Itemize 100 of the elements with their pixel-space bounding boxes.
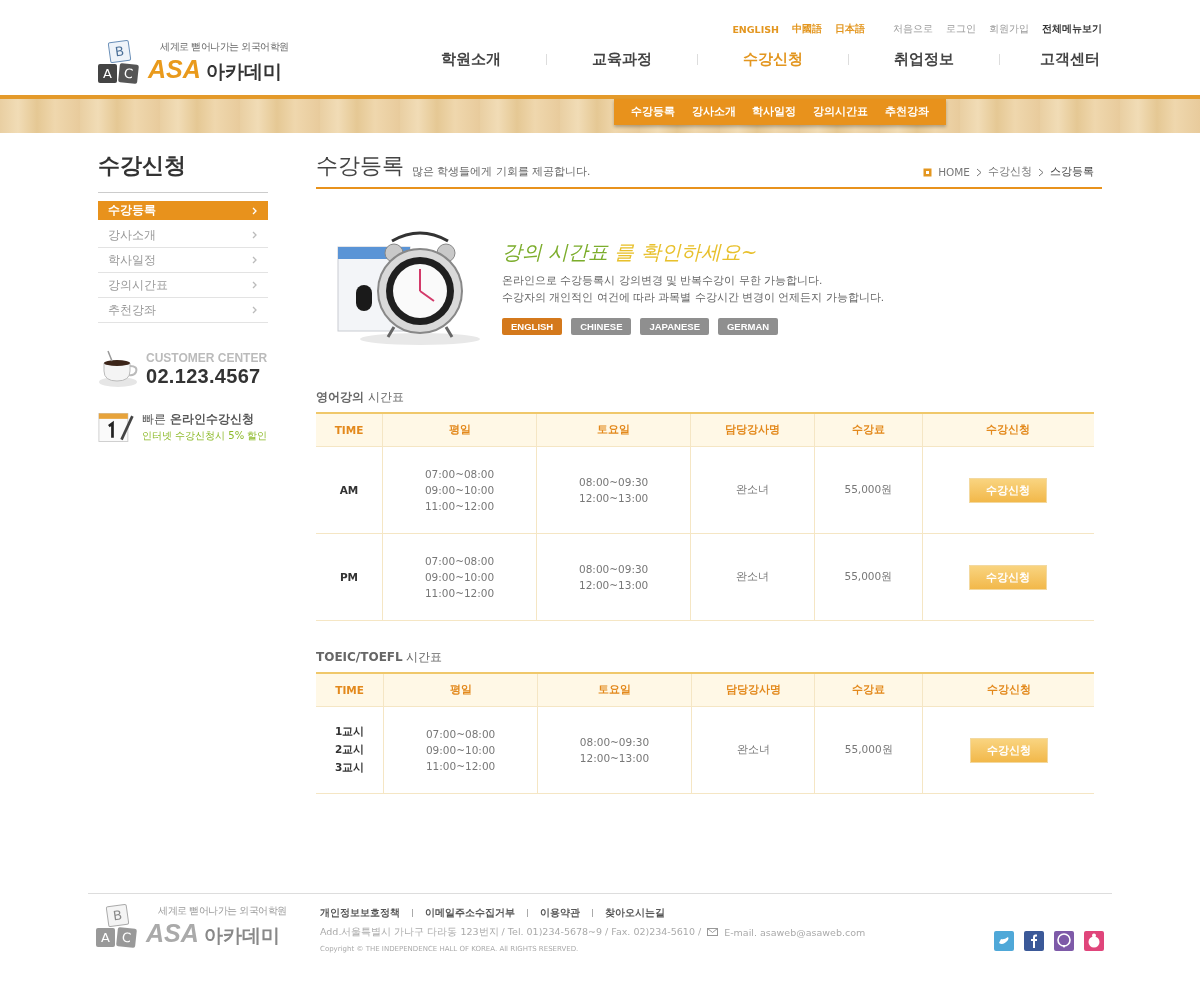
sidebar-item[interactable]: 수강등록 (98, 201, 268, 220)
logo-block: A (96, 928, 115, 947)
table-cell: 55,000원 (844, 483, 893, 495)
column-header: TIME (316, 673, 384, 707)
page-subtitle: 많은 학생들에게 기회를 제공합니다. (412, 165, 591, 179)
logo-brand: ASA (148, 55, 201, 84)
logo-block: B (105, 903, 130, 928)
nav-item[interactable]: 교육과정 (567, 50, 677, 69)
chevron-icon (252, 281, 258, 289)
online-signup-title: 빠른 온라인수강신청 (142, 411, 255, 427)
sidebar-item[interactable]: 강의시간표 (98, 273, 268, 298)
table-cell: 07:00~08:00 09:00~10:00 11:00~12:00 (425, 728, 496, 772)
facebook-icon[interactable] (1024, 931, 1044, 951)
chevron-icon (1038, 167, 1044, 177)
utility-link[interactable]: 전체메뉴보기 (1042, 23, 1102, 36)
language-button[interactable]: GERMAN (718, 318, 779, 335)
column-header: 수강료 (814, 413, 923, 447)
apply-button[interactable]: 수강신청 (969, 737, 1048, 763)
utility-link[interactable]: 회원가입 (989, 23, 1029, 36)
table-cell: 1교시 2교시 3교시 (334, 725, 365, 775)
sidebar-item[interactable]: 강사소개 (98, 223, 268, 248)
email-text: E-mail. asaweb@asaweb.com (724, 926, 866, 938)
logo-block: C (118, 63, 139, 84)
column-header: 토요일 (536, 413, 691, 447)
breadcrumb-link[interactable]: 수강신청 (988, 165, 1032, 179)
subnav-item[interactable]: 수강등록 (630, 105, 675, 119)
table-cell: AM (339, 484, 359, 496)
home-icon (923, 167, 933, 177)
column-header: TIME (316, 413, 383, 447)
sidebar-item[interactable]: 추천강좌 (98, 298, 268, 323)
sidebar-title: 수강신청 (98, 151, 268, 193)
banner-text: 수강자의 개인적인 여건에 따라 과목별 수강시간 변경이 언제든지 가능합니다. (502, 291, 885, 305)
table-cell: 완소녀 (736, 743, 770, 755)
subnav-item[interactable]: 강사소개 (691, 105, 736, 119)
footer-link[interactable]: 찾아오시는길 (605, 906, 665, 920)
table-title: 영어강의 시간표 (316, 389, 405, 406)
table-cell: 07:00~08:00 09:00~10:00 11:00~12:00 (424, 555, 495, 599)
apply-button[interactable]: 수강신청 (969, 564, 1048, 590)
breadcrumb-link[interactable]: 스강등록 (1050, 165, 1094, 179)
banner-headline: 강의 시간표 (502, 239, 609, 266)
breadcrumb-link[interactable]: HOME (938, 166, 970, 178)
logo-brand: ASA (146, 919, 199, 948)
logo-name: 아카데미 (203, 923, 280, 948)
nav-item[interactable]: 취업정보 (869, 50, 979, 69)
chevron-icon (252, 256, 258, 264)
nav-item[interactable]: 수강신청 (718, 50, 828, 69)
chevron-icon (252, 206, 258, 215)
column-header: 평일 (383, 673, 538, 707)
logo-tagline: 세계로 뻗어나가는 외국어학원 (159, 40, 289, 54)
logo-block: B (107, 39, 132, 64)
column-header: 수강료 (814, 673, 923, 707)
table-cell: 08:00~09:30 12:00~13:00 (579, 563, 649, 591)
phone-number: 02.123.4567 (146, 364, 262, 388)
table-cell: 07:00~08:00 09:00~10:00 11:00~12:00 (424, 468, 495, 512)
chevron-icon (252, 231, 258, 239)
nav-item[interactable]: 학원소개 (416, 50, 526, 69)
language-button[interactable]: ENGLISH (502, 318, 563, 335)
apply-button[interactable]: 수강신청 (969, 477, 1048, 503)
logo-name: 아카데미 (205, 59, 282, 84)
column-header: 담당강사명 (690, 413, 815, 447)
sidebar-item[interactable]: 학사일정 (98, 248, 268, 273)
language-link[interactable]: 日本語 (835, 23, 865, 36)
column-header: 토요일 (537, 673, 692, 707)
language-button[interactable]: CHINESE (571, 318, 632, 335)
utility-link[interactable]: 로그인 (946, 23, 976, 36)
table-cell: 완소녀 (736, 483, 769, 495)
utility-link[interactable]: 처음으로 (893, 23, 933, 36)
subnav-item[interactable]: 강의시간표 (813, 105, 869, 119)
table-cell: 55,000원 (844, 743, 893, 755)
language-button[interactable]: JAPANESE (640, 318, 709, 335)
subnav-item[interactable]: 학사일정 (752, 105, 797, 119)
column-header: 평일 (382, 413, 537, 447)
footer-link[interactable]: 이메일주소수집거부 (425, 906, 515, 920)
mail-icon (707, 928, 719, 936)
chevron-icon (976, 167, 982, 177)
language-link[interactable]: 中國語 (792, 23, 822, 36)
logo-block: A (98, 64, 117, 83)
footer-link[interactable]: 이용약관 (540, 906, 580, 920)
table-cell: 08:00~09:30 12:00~13:00 (579, 736, 650, 764)
column-header: 수강신청 (922, 673, 1094, 707)
logo-tagline: 세계로 뻗어나가는 외국어학원 (157, 904, 287, 918)
page-title: 수강등록 (316, 152, 404, 180)
table-cell: 08:00~09:30 12:00~13:00 (579, 476, 649, 504)
table-cell: PM (339, 571, 359, 583)
table-cell: 완소녀 (736, 570, 769, 582)
nav-item[interactable]: 고객센터 (1020, 50, 1102, 69)
address-text: Add.서울특별시 가나구 다라동 123번지 / Tel. 01)234-5678~9 / Fax. 02)234-5610 / (320, 925, 702, 939)
table-cell: 55,000원 (844, 570, 893, 582)
logo-block: C (116, 927, 137, 948)
subnav-item[interactable]: 추천강좌 (885, 105, 930, 119)
banner-headline: 를 확인하세요~ (614, 239, 758, 266)
speech-bubble-icon[interactable] (1054, 931, 1074, 951)
chevron-icon (252, 306, 258, 314)
column-header: 수강신청 (922, 413, 1094, 447)
banner-text: 온라인으로 수강등록시 강의변경 및 반복수강이 무한 가능합니다. (502, 274, 824, 288)
table-title: TOEIC/TOEFL 시간표 (316, 649, 444, 666)
discount-note: 인터넷 수강신청시 5% 할인 (142, 428, 268, 443)
language-link[interactable]: ENGLISH (732, 24, 779, 35)
footer-link[interactable]: 개인정보보호정책 (320, 906, 400, 920)
column-header: 담당강사명 (691, 673, 815, 707)
